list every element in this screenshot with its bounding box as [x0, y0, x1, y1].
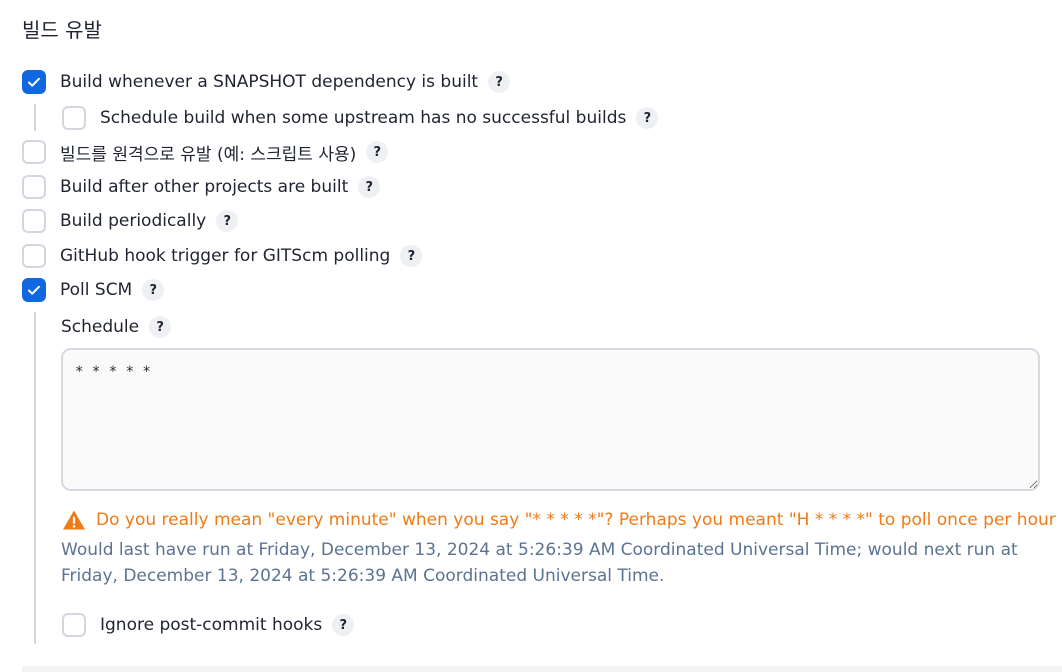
trigger-github-hook[interactable]: GitHub hook trigger for GITScm polling ?: [22, 242, 423, 270]
checkmark-icon: [28, 77, 40, 87]
ignore-post-commit[interactable]: Ignore post-commit hooks ?: [62, 611, 355, 639]
trigger-upstream[interactable]: Schedule build when some upstream has no…: [62, 104, 659, 132]
schedule-run-info: Would last have run at Friday, December …: [61, 540, 1018, 586]
after-other-help-icon[interactable]: ?: [358, 176, 381, 198]
snapshot-checkbox[interactable]: [22, 70, 46, 94]
trigger-after-other[interactable]: Build after other projects are built ?: [22, 173, 381, 201]
periodic-checkbox[interactable]: [22, 209, 46, 233]
upstream-label: Schedule build when some upstream has no…: [100, 108, 627, 128]
schedule-help-icon[interactable]: ?: [149, 316, 172, 338]
checkmark-icon: [28, 285, 40, 295]
schedule-field: Schedule ?: [61, 313, 172, 341]
trigger-snapshot[interactable]: Build whenever a SNAPSHOT dependency is …: [22, 68, 511, 96]
bottom-divider: [22, 666, 1062, 672]
remote-checkbox[interactable]: [22, 140, 46, 164]
poll-scm-help-icon[interactable]: ?: [142, 279, 165, 301]
github-hook-help-icon[interactable]: ?: [400, 245, 423, 267]
schedule-label: Schedule: [61, 317, 140, 337]
ignore-hooks-checkbox[interactable]: [62, 613, 86, 637]
ignore-hooks-help-icon[interactable]: ?: [332, 614, 355, 636]
poll-scm-sub-line: [34, 312, 36, 644]
periodic-help-icon[interactable]: ?: [216, 210, 239, 232]
trigger-periodic[interactable]: Build periodically ?: [22, 207, 239, 235]
upstream-help-icon[interactable]: ?: [636, 107, 659, 129]
poll-scm-checkbox[interactable]: [22, 278, 46, 302]
remote-label: 빌드를 원격으로 유발 (예: 스크립트 사용): [60, 144, 357, 165]
trigger-poll-scm[interactable]: Poll SCM ?: [22, 276, 165, 304]
snapshot-help-icon[interactable]: ?: [488, 71, 511, 93]
github-hook-checkbox[interactable]: [22, 244, 46, 268]
poll-scm-label: Poll SCM: [60, 280, 133, 300]
remote-help-icon[interactable]: ?: [366, 141, 389, 163]
snapshot-label: Build whenever a SNAPSHOT dependency is …: [60, 72, 479, 92]
upstream-checkbox[interactable]: [62, 106, 86, 130]
snapshot-sub-line: [34, 104, 36, 131]
github-hook-label: GitHub hook trigger for GITScm polling: [60, 246, 391, 266]
section-title: 빌드 유발: [22, 18, 102, 42]
trigger-remote[interactable]: 빌드를 원격으로 유발 (예: 스크립트 사용) ?: [22, 138, 389, 166]
schedule-warning: Do you really mean "every minute" when y…: [62, 509, 1056, 531]
ignore-hooks-label: Ignore post-commit hooks: [100, 615, 323, 635]
warning-icon: [63, 510, 85, 530]
after-other-checkbox[interactable]: [22, 175, 46, 199]
warning-text: Do you really mean "every minute" when y…: [96, 510, 1056, 530]
after-other-label: Build after other projects are built: [60, 177, 349, 197]
periodic-label: Build periodically: [60, 211, 207, 231]
schedule-textarea[interactable]: * * * * *: [61, 348, 1040, 491]
